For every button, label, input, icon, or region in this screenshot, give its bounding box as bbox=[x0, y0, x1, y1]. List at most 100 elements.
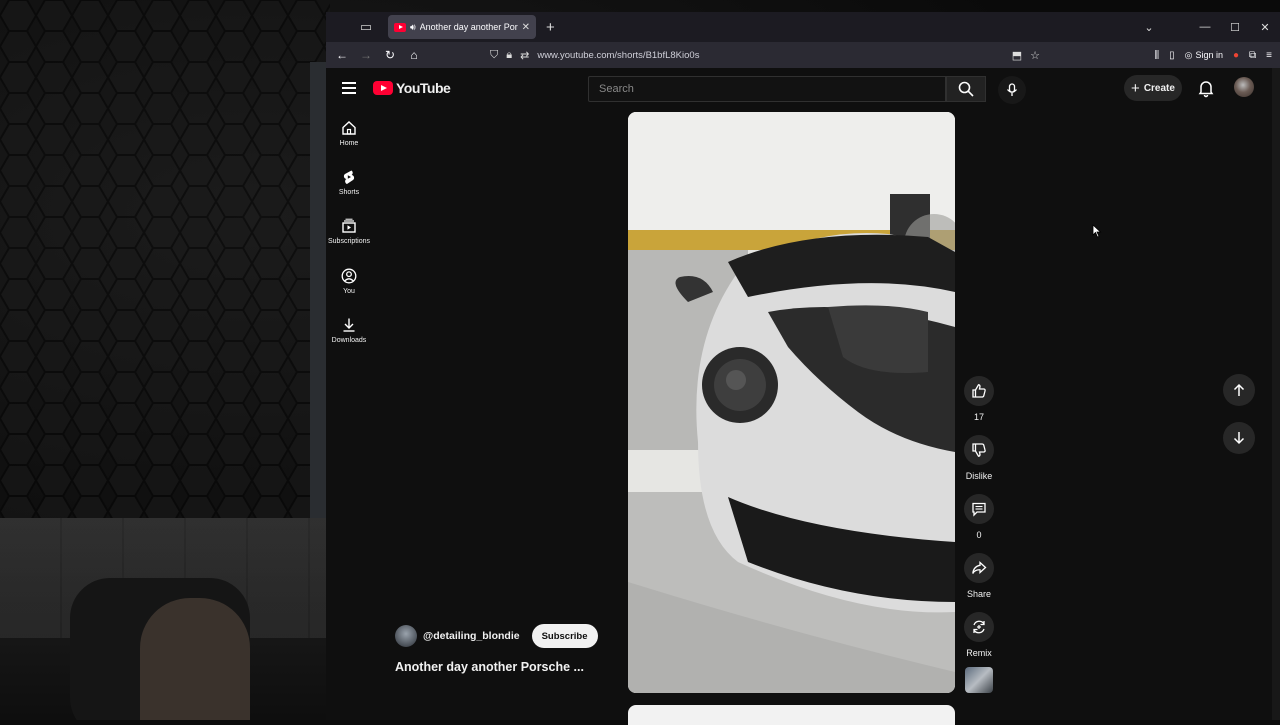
create-label: Create bbox=[1143, 82, 1175, 94]
youtube-logo[interactable]: YouTube bbox=[373, 80, 451, 96]
like-action[interactable]: 17 bbox=[962, 376, 996, 422]
bookmark-star-icon[interactable]: ☆ bbox=[1030, 49, 1040, 62]
window-controls: ⌄ — ☐ ✕ bbox=[1134, 12, 1280, 42]
search-button[interactable] bbox=[946, 76, 986, 102]
extensions-icon[interactable]: ⧉ bbox=[1249, 50, 1256, 61]
sound-thumbnail[interactable] bbox=[965, 667, 993, 693]
like-button[interactable] bbox=[964, 376, 994, 406]
sidebar-icon[interactable]: ▯ bbox=[1169, 50, 1175, 61]
forward-icon[interactable]: → bbox=[354, 48, 378, 62]
page-scrollbar[interactable] bbox=[1272, 68, 1280, 720]
downloads-icon bbox=[343, 318, 355, 332]
rail-label-home: Home bbox=[339, 140, 359, 147]
previous-short-button[interactable] bbox=[1223, 374, 1255, 406]
library-icon[interactable]: ⫼ bbox=[1154, 50, 1159, 61]
notifications-bell-icon[interactable] bbox=[1196, 78, 1216, 98]
close-window-button[interactable]: ✕ bbox=[1250, 21, 1280, 34]
channel-row: @detailing_blondie Subscribe bbox=[395, 624, 598, 648]
share-icon bbox=[972, 561, 987, 574]
next-short-button[interactable] bbox=[1223, 422, 1255, 454]
hex-pattern-wallpaper bbox=[0, 0, 330, 520]
rail-label-shorts: Shorts bbox=[338, 189, 360, 196]
close-tab-icon[interactable]: ✕ bbox=[522, 22, 530, 33]
rail-item-downloads[interactable]: Downloads bbox=[326, 317, 372, 344]
back-icon[interactable]: ← bbox=[330, 48, 354, 62]
voice-search-button[interactable] bbox=[998, 76, 1026, 104]
account-icon: ◎ bbox=[1184, 49, 1193, 60]
tab-active[interactable]: 🔊︎ Another day another Porsche ✕ bbox=[388, 15, 536, 39]
thumbs-up-icon bbox=[972, 384, 986, 398]
remix-icon bbox=[973, 620, 985, 634]
plus-icon: + bbox=[1131, 79, 1140, 97]
youtube-favicon-icon bbox=[394, 22, 406, 32]
url-bar[interactable]: ⛉ 🔒︎ ⇄ www.youtube.com/shorts/B1bfL8Kio0… bbox=[490, 44, 1040, 66]
sign-in-label: Sign in bbox=[1195, 50, 1223, 60]
short-title[interactable]: Another day another Porsche ... bbox=[395, 660, 584, 674]
reload-icon[interactable]: ↻ bbox=[378, 48, 402, 62]
create-button[interactable]: + Create bbox=[1124, 75, 1182, 101]
arrow-down-icon bbox=[1233, 432, 1245, 445]
rail-label-you: You bbox=[343, 288, 355, 295]
tab-bar: ▭ 🔊︎ Another day another Porsche ✕ + ⌄ —… bbox=[326, 12, 1280, 42]
toolbar-right: ⫼ ▯ ◎ Sign in ● ⧉ ≡ bbox=[1154, 42, 1272, 68]
you-icon bbox=[341, 268, 357, 284]
menu-icon[interactable]: ≡ bbox=[1266, 50, 1272, 61]
sign-in-button[interactable]: ◎ Sign in bbox=[1185, 50, 1223, 61]
thumbs-down-icon bbox=[972, 443, 986, 457]
subscribe-button[interactable]: Subscribe bbox=[531, 624, 598, 648]
url-text[interactable]: www.youtube.com/shorts/B1bfL8Kio0s bbox=[537, 50, 699, 61]
search-placeholder: Search bbox=[599, 83, 634, 95]
remix-label: Remix bbox=[966, 648, 992, 658]
comments-action[interactable]: 0 bbox=[962, 494, 996, 540]
porsche-video-frame bbox=[628, 112, 955, 693]
comment-count: 0 bbox=[976, 530, 982, 540]
channel-avatar[interactable] bbox=[395, 625, 417, 647]
dislike-label: Dislike bbox=[965, 471, 993, 481]
minimize-button[interactable]: — bbox=[1190, 21, 1220, 33]
install-icon[interactable]: ⬒ bbox=[1012, 49, 1022, 62]
lock-icon[interactable]: 🔒︎ bbox=[506, 49, 512, 62]
share-action[interactable]: Share bbox=[962, 553, 996, 599]
rail-label-downloads: Downloads bbox=[331, 337, 367, 344]
subscribe-label: Subscribe bbox=[541, 630, 588, 642]
remix-action[interactable]: Remix bbox=[962, 612, 996, 658]
arrow-up-icon bbox=[1233, 383, 1245, 396]
webcam-overlay bbox=[0, 518, 360, 720]
extension-badge-icon[interactable]: ● bbox=[1233, 50, 1239, 61]
permissions-icon[interactable]: ⇄ bbox=[520, 49, 529, 62]
remix-button[interactable] bbox=[964, 612, 994, 642]
speaker-icon[interactable]: 🔊︎ bbox=[410, 22, 416, 33]
share-label: Share bbox=[966, 589, 992, 599]
youtube-page: YouTube Search + Create Home Shorts Subs… bbox=[326, 68, 1280, 725]
browser-window: ▭ 🔊︎ Another day another Porsche ✕ + ⌄ —… bbox=[326, 12, 1280, 725]
tab-tray-icon[interactable]: ▭ bbox=[354, 15, 378, 39]
dislike-action[interactable]: Dislike bbox=[962, 435, 996, 481]
rail-item-subscriptions[interactable]: Subscriptions bbox=[326, 218, 372, 245]
tab-title: Another day another Porsche bbox=[419, 22, 518, 32]
tab-list-icon[interactable]: ⌄ bbox=[1134, 21, 1164, 34]
search-icon bbox=[958, 81, 974, 97]
rail-label-subscriptions: Subscriptions bbox=[327, 238, 371, 245]
search-input[interactable]: Search bbox=[588, 76, 946, 102]
webcam-person bbox=[140, 598, 250, 720]
home-browser-icon[interactable]: ⌂ bbox=[402, 48, 426, 62]
new-tab-button[interactable]: + bbox=[546, 19, 555, 36]
mouse-cursor-icon bbox=[1092, 224, 1102, 238]
rail-item-shorts[interactable]: Shorts bbox=[326, 169, 372, 196]
rail-item-you[interactable]: You bbox=[326, 268, 372, 295]
comments-button[interactable] bbox=[964, 494, 994, 524]
share-button[interactable] bbox=[964, 553, 994, 583]
nav-bar: ← → ↻ ⌂ ⛉ 🔒︎ ⇄ www.youtube.com/shorts/B1… bbox=[326, 42, 1280, 68]
rail-item-home[interactable]: Home bbox=[326, 120, 372, 147]
home-icon bbox=[342, 121, 356, 135]
next-short-preview[interactable] bbox=[628, 705, 955, 725]
short-video-player[interactable] bbox=[628, 112, 955, 693]
comment-icon bbox=[972, 502, 986, 517]
channel-name[interactable]: @detailing_blondie bbox=[423, 630, 520, 642]
dislike-button[interactable] bbox=[964, 435, 994, 465]
shield-icon[interactable]: ⛉ bbox=[490, 49, 498, 62]
youtube-play-icon bbox=[373, 81, 393, 95]
maximize-button[interactable]: ☐ bbox=[1220, 21, 1250, 34]
account-avatar[interactable] bbox=[1234, 77, 1254, 97]
hamburger-menu-icon[interactable] bbox=[342, 82, 356, 94]
